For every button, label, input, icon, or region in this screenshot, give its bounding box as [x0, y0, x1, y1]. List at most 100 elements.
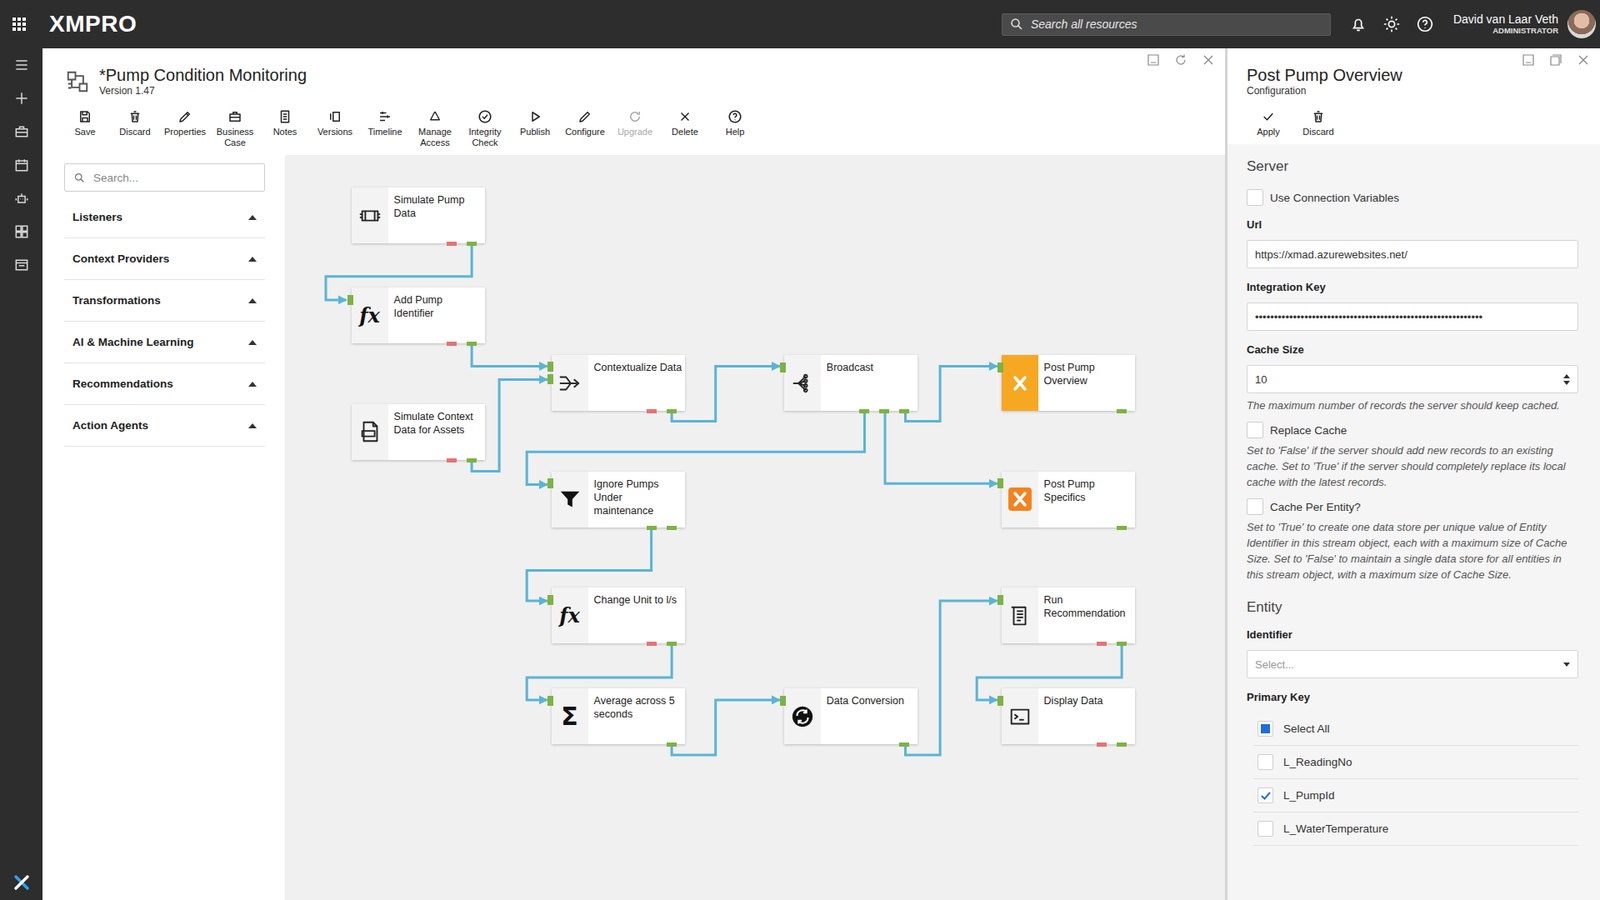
- toolbar-button[interactable]: Discard: [1293, 109, 1344, 138]
- toolbar-button[interactable]: Apply: [1243, 109, 1294, 138]
- output-port[interactable]: [466, 458, 477, 463]
- maximize-button[interactable]: [1549, 53, 1563, 67]
- text-input[interactable]: ••••••••••••••••••••••••••••••••••••••••…: [1246, 302, 1579, 331]
- agent-node[interactable]: ΣAverage across 5 seconds: [551, 688, 685, 745]
- input-port[interactable]: [780, 695, 786, 706]
- minimize-button[interactable]: [1146, 53, 1160, 67]
- input-port[interactable]: [547, 595, 554, 605]
- output-port[interactable]: [1116, 409, 1127, 414]
- output-port[interactable]: [446, 458, 457, 463]
- toolbar-button[interactable]: Delete: [660, 109, 710, 149]
- agent-node[interactable]: Contextualize Data: [551, 355, 685, 411]
- output-port[interactable]: [859, 409, 870, 414]
- rail-button[interactable]: [0, 148, 43, 182]
- palette-category[interactable]: Transformations: [64, 280, 265, 322]
- checklist-row[interactable]: L_PumpId: [1253, 779, 1579, 813]
- palette-category[interactable]: Listeners: [64, 196, 265, 239]
- connection[interactable]: [471, 342, 548, 366]
- output-port[interactable]: [899, 742, 910, 747]
- input-port[interactable]: [547, 361, 554, 372]
- output-port[interactable]: [646, 409, 657, 414]
- input-port[interactable]: [547, 478, 554, 489]
- output-port[interactable]: [1096, 742, 1107, 747]
- checkbox[interactable]: [1257, 720, 1274, 737]
- toolbar-button[interactable]: Notes: [260, 109, 310, 149]
- checkbox-field[interactable]: Use Connection Variables: [1246, 189, 1579, 206]
- input-port[interactable]: [997, 362, 1004, 373]
- palette-category[interactable]: Action Agents: [64, 405, 265, 447]
- toolbar-button[interactable]: Save: [60, 109, 110, 149]
- checkbox[interactable]: [1257, 754, 1274, 770]
- agent-node[interactable]: Run Recommendation: [1001, 587, 1135, 644]
- checkbox[interactable]: [1246, 189, 1264, 206]
- select-input[interactable]: Select...: [1246, 650, 1579, 679]
- palette-category[interactable]: AI & Machine Learning: [64, 321, 265, 364]
- checkbox-field[interactable]: Replace Cache: [1246, 421, 1579, 439]
- output-port[interactable]: [1116, 641, 1127, 646]
- agent-node[interactable]: Post Pump Specifics: [1001, 471, 1135, 528]
- global-search[interactable]: Search all resources: [1001, 13, 1331, 36]
- close-button[interactable]: [1201, 53, 1215, 67]
- input-port[interactable]: [997, 478, 1004, 489]
- toolbar-button[interactable]: Timeline: [360, 109, 410, 149]
- output-port[interactable]: [466, 241, 477, 246]
- help-button[interactable]: [1408, 7, 1442, 41]
- rail-button[interactable]: [0, 48, 43, 82]
- agent-node[interactable]: Broadcast: [784, 355, 918, 411]
- checklist-row[interactable]: L_WaterTemperature: [1253, 812, 1579, 846]
- checkbox[interactable]: [1257, 820, 1274, 837]
- checkbox[interactable]: [1246, 421, 1264, 439]
- user-avatar[interactable]: [1567, 10, 1596, 39]
- user-info[interactable]: David van Laar VethADMINISTRATOR: [1453, 12, 1559, 35]
- input-port[interactable]: [997, 695, 1004, 706]
- toolbar-button[interactable]: Integrity Check: [460, 109, 510, 149]
- output-port[interactable]: [446, 341, 457, 346]
- palette-category[interactable]: Context Providers: [64, 238, 265, 280]
- checkbox-field[interactable]: Cache Per Entity?: [1246, 498, 1579, 515]
- output-port[interactable]: [879, 409, 890, 414]
- text-input[interactable]: https://xmad.azurewebsites.net/: [1246, 240, 1579, 269]
- agent-node[interactable]: fxAdd Pump Identifier: [351, 287, 485, 344]
- connection[interactable]: [671, 366, 780, 422]
- close-button[interactable]: [1576, 53, 1590, 67]
- apps-button[interactable]: [11, 16, 27, 32]
- checkbox[interactable]: [1257, 787, 1274, 804]
- checkbox[interactable]: [1246, 498, 1264, 515]
- rail-button[interactable]: [0, 248, 43, 282]
- input-port[interactable]: [780, 362, 786, 373]
- output-port[interactable]: [646, 525, 657, 530]
- toolbar-button[interactable]: Manage Access: [410, 109, 460, 149]
- stream-canvas[interactable]: Simulate Pump Data fxAdd Pump Identifier S…: [285, 155, 1225, 900]
- input-port[interactable]: [547, 374, 554, 385]
- toolbar-button[interactable]: Upgrade: [610, 109, 660, 149]
- number-spinner[interactable]: [1563, 374, 1570, 385]
- output-port[interactable]: [666, 409, 677, 414]
- agent-node[interactable]: Simulate Pump Data: [351, 187, 485, 244]
- refresh-button[interactable]: [1174, 53, 1188, 67]
- palette-category[interactable]: Recommendations: [64, 363, 265, 405]
- input-port[interactable]: [997, 595, 1004, 605]
- agent-node[interactable]: Display Data: [1001, 688, 1135, 745]
- toolbar-button[interactable]: Configure: [560, 109, 610, 149]
- input-port[interactable]: [347, 295, 354, 305]
- rail-button[interactable]: [0, 115, 43, 149]
- agent-node[interactable]: Data Conversion: [784, 688, 918, 745]
- connection[interactable]: [905, 366, 998, 422]
- checklist-row[interactable]: L_ReadingNo: [1253, 745, 1579, 780]
- agent-node[interactable]: Ignore Pumps Under maintenance: [551, 471, 685, 528]
- toolbar-button[interactable]: Publish: [510, 109, 560, 149]
- rail-button[interactable]: [0, 181, 43, 215]
- toolbar-button[interactable]: Help: [710, 109, 760, 149]
- rail-button[interactable]: [0, 215, 43, 249]
- toolbar-button[interactable]: Discard: [110, 109, 160, 149]
- minimize-button[interactable]: [1521, 53, 1535, 67]
- palette-search[interactable]: Search...: [64, 163, 265, 192]
- toolbar-button[interactable]: Properties: [160, 109, 210, 149]
- toolbar-button[interactable]: Versions: [310, 109, 360, 149]
- spin-down-icon[interactable]: [1563, 380, 1570, 385]
- agent-node[interactable]: Post Pump Overview: [1001, 355, 1135, 411]
- output-port[interactable]: [1116, 525, 1127, 530]
- agent-node[interactable]: fxChange Unit to l/s: [551, 587, 685, 644]
- output-port[interactable]: [899, 409, 910, 414]
- agent-node[interactable]: Simulate Context Data for Assets: [351, 404, 485, 460]
